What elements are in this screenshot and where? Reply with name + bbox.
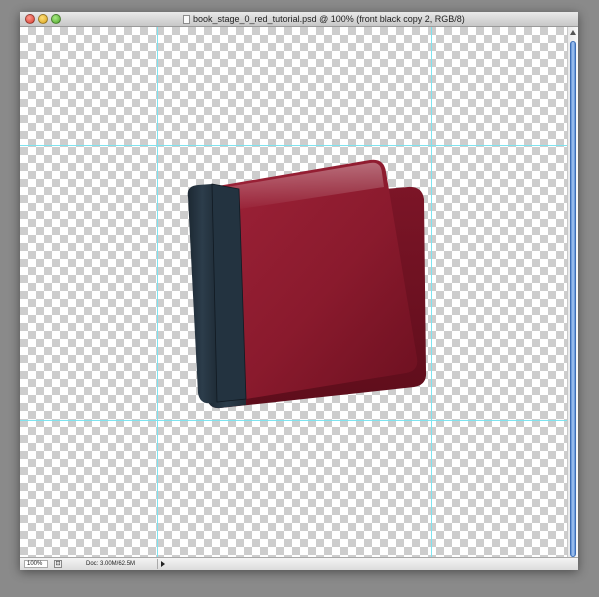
document-window: book_stage_0_red_tutorial.psd @ 100% (fr… [20,12,578,570]
canvas[interactable] [20,27,567,567]
document-size-info: Doc: 3.00M/62.5M [86,561,136,567]
window-title: book_stage_0_red_tutorial.psd @ 100% (fr… [193,14,465,24]
zoom-level-field[interactable]: 100% [24,560,48,568]
status-menu-arrow-icon[interactable] [157,559,166,569]
minimize-button[interactable] [38,14,48,24]
book-artwork[interactable] [20,27,567,567]
status-bar: 100% ⊡ Doc: 3.00M/62.5M [20,557,578,570]
status-page-icon[interactable]: ⊡ [54,560,62,568]
scroll-thumb[interactable] [570,41,576,557]
zoom-button[interactable] [51,14,61,24]
close-button[interactable] [25,14,35,24]
book-spine [187,183,247,404]
scroll-up-arrow-icon[interactable] [570,30,576,35]
document-icon [183,15,190,24]
title-bar[interactable]: book_stage_0_red_tutorial.psd @ 100% (fr… [20,12,578,27]
vertical-scrollbar[interactable] [567,27,578,567]
